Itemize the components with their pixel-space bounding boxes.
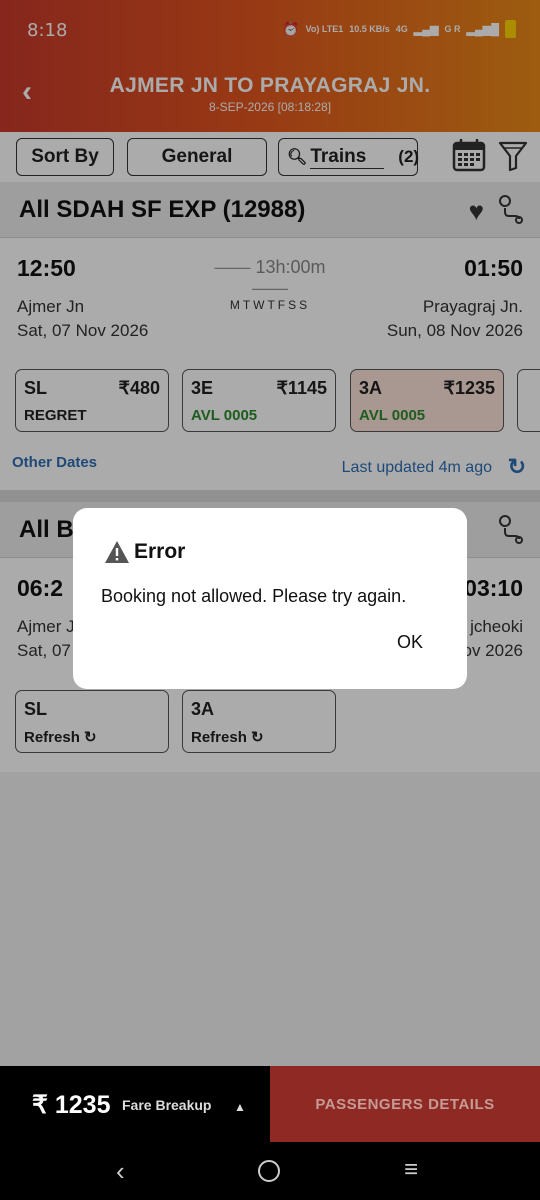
- nav-recents-icon[interactable]: ≡: [404, 1156, 418, 1184]
- caret-up-icon[interactable]: ▲: [234, 1100, 246, 1114]
- ok-button[interactable]: OK: [397, 632, 423, 653]
- passengers-details-button[interactable]: PASSENGERS DETAILS: [270, 1066, 540, 1142]
- dialog-message: Booking not allowed. Please try again.: [101, 586, 407, 606]
- nav-home-icon[interactable]: [258, 1160, 280, 1182]
- booking-footer: ₹ 1235 Fare Breakup ▲ PASSENGERS DETAILS: [0, 1066, 540, 1142]
- system-nav-bar: ‹ ≡: [0, 1142, 540, 1200]
- warning-icon: [105, 541, 129, 563]
- dialog-title: Error: [104, 540, 185, 564]
- dialog-title-text: Error: [134, 540, 186, 563]
- total-fare: ₹ 1235: [32, 1091, 111, 1119]
- error-dialog: Error Booking not allowed. Please try ag…: [73, 508, 467, 689]
- fare-breakup-link[interactable]: Fare Breakup: [122, 1097, 211, 1113]
- nav-back-icon[interactable]: ‹: [116, 1156, 125, 1187]
